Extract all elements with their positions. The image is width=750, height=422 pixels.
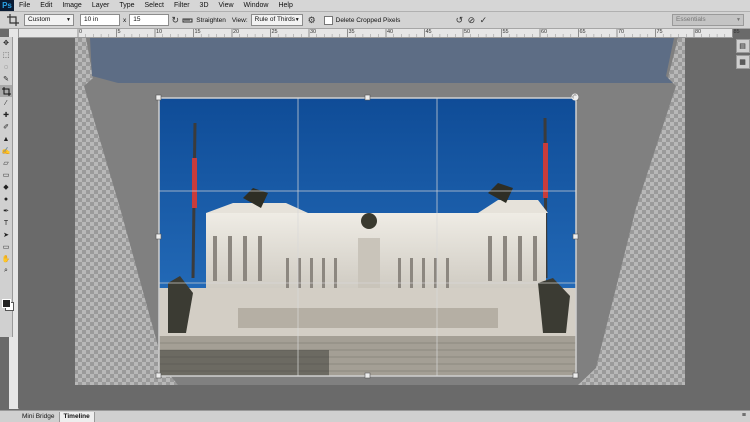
tab-timeline[interactable]: Timeline (59, 411, 95, 422)
menu-window[interactable]: Window (239, 0, 274, 11)
shape-tool-icon[interactable]: ▭ (0, 241, 12, 253)
ruler-label: 80 (695, 29, 702, 35)
photoshop-logo: Ps (0, 0, 14, 11)
menu-type[interactable]: Type (114, 0, 139, 11)
menu-layer[interactable]: Layer (87, 0, 115, 11)
ruler-label: 70 (618, 29, 625, 35)
tab-mini-bridge[interactable]: Mini Bridge (18, 411, 60, 422)
menu-help[interactable]: Help (273, 0, 297, 11)
panel-menu-icon[interactable]: ≡ (742, 412, 746, 419)
ruler-label: 5 (117, 29, 121, 35)
properties-panel-icon[interactable]: ▦ (735, 55, 750, 69)
zoom-tool-icon[interactable]: ⌕ (0, 265, 12, 277)
layers-panel-icon[interactable]: ▤ (735, 39, 750, 53)
rotated-photo-sky-dim (90, 38, 674, 83)
commit-icon[interactable]: ✓ (477, 14, 489, 26)
workspace-select[interactable]: Essentials ▼ (672, 14, 744, 26)
menu-image[interactable]: Image (57, 0, 86, 11)
menu-file[interactable]: File (14, 0, 35, 11)
blur-tool-icon[interactable]: ◆ (0, 181, 12, 193)
preset-select[interactable]: Custom ▼ (24, 14, 74, 26)
clear-icon[interactable]: ↻ (169, 14, 181, 26)
swap-label: x (123, 16, 127, 24)
bottom-panel-bar: Mini Bridge Timeline ≡ (0, 410, 750, 422)
ruler-label: 60 (541, 29, 548, 35)
dodge-tool-icon[interactable]: ● (0, 193, 12, 205)
crop-tool-icon[interactable] (0, 85, 12, 97)
ruler-label: 30 (310, 29, 317, 35)
marquee-tool-icon[interactable]: ⬚ (0, 49, 12, 61)
healing-tool-icon[interactable]: ✚ (0, 109, 12, 121)
foreground-color-swatch[interactable] (2, 299, 11, 308)
ruler-label: 40 (387, 29, 394, 35)
stamp-tool-icon[interactable]: ▲ (0, 133, 12, 145)
straighten-icon[interactable] (181, 14, 193, 26)
ruler-label: 65 (579, 29, 586, 35)
ruler-label: 50 (464, 29, 471, 35)
menu-3d[interactable]: 3D (195, 0, 214, 11)
crop-tool-preset-icon[interactable] (2, 13, 24, 27)
ruler-label: 75 (656, 29, 663, 35)
toolbox: ✥ ⬚ ◌ ✎ ⁄ ✚ ✐ ▲ ✍ ▱ ▭ ◆ ● ✒ T ➤ ▭ ✋ ⌕ (0, 37, 14, 337)
workspace-value: Essentials (676, 16, 706, 23)
gradient-tool-icon[interactable]: ▭ (0, 169, 12, 181)
height-field[interactable]: 15 (129, 14, 170, 26)
hand-tool-icon[interactable]: ✋ (0, 253, 12, 265)
view-value: Rule of Thirds (254, 16, 296, 23)
eyedropper-tool-icon[interactable]: ⁄ (0, 97, 12, 109)
delete-cropped-checkbox[interactable] (323, 15, 333, 25)
path-select-tool-icon[interactable]: ➤ (0, 229, 12, 241)
menu-edit[interactable]: Edit (35, 0, 57, 11)
ruler-label: 85 (733, 29, 740, 35)
delete-cropped-label: Delete Cropped Pixels (335, 16, 401, 24)
menu-filter[interactable]: Filter (169, 0, 195, 11)
menu-view[interactable]: View (214, 0, 239, 11)
ruler-label: 55 (502, 29, 509, 35)
ruler-label: 20 (233, 29, 240, 35)
ruler-label: 35 (348, 29, 355, 35)
ruler-label: 0 (79, 29, 83, 35)
lasso-tool-icon[interactable]: ◌ (0, 61, 12, 73)
canvas-artwork (75, 38, 685, 385)
preset-value: Custom (28, 16, 51, 23)
history-brush-tool-icon[interactable]: ✍ (0, 145, 12, 157)
view-label: View: (231, 16, 248, 24)
width-field[interactable]: 10 in (80, 14, 120, 26)
chevron-down-icon: ▼ (736, 17, 741, 23)
chevron-down-icon: ▼ (66, 17, 71, 23)
ruler-label: 45 (425, 29, 432, 35)
collapsed-panels: ▤ ▦ (735, 37, 750, 77)
straighten-label[interactable]: Straighten (196, 17, 226, 24)
move-tool-icon[interactable]: ✥ (0, 37, 12, 49)
ruler-label: 10 (156, 29, 163, 35)
brush-tool-icon[interactable]: ✐ (0, 121, 12, 133)
type-tool-icon[interactable]: T (0, 217, 12, 229)
ruler-ticks (77, 29, 733, 37)
pen-tool-icon[interactable]: ✒ (0, 205, 12, 217)
view-select[interactable]: Rule of Thirds ▼ (250, 14, 303, 26)
reset-icon[interactable]: ↺ (453, 14, 465, 26)
top-ruler: 0 5 10 15 20 25 30 35 40 45 50 55 60 65 70 75 80 85 (18, 29, 740, 38)
ruler-label: 15 (194, 29, 201, 35)
cancel-icon[interactable]: ⊘ (465, 14, 477, 26)
ruler-label: 25 (271, 29, 278, 35)
document-canvas[interactable] (18, 38, 733, 408)
quick-select-tool-icon[interactable]: ✎ (0, 73, 12, 85)
menu-bar: Ps File Edit Image Layer Type Select Filter 3D V… (0, 0, 750, 12)
menu-select[interactable]: Select (140, 0, 169, 11)
options-bar: Custom ▼ 10 in x 15 ↻ Straighten View: R… (0, 12, 750, 29)
gear-icon[interactable]: ⚙ (306, 14, 318, 26)
crop-preview-photo (159, 98, 576, 376)
chevron-down-icon: ▼ (294, 17, 300, 23)
eraser-tool-icon[interactable]: ▱ (0, 157, 12, 169)
